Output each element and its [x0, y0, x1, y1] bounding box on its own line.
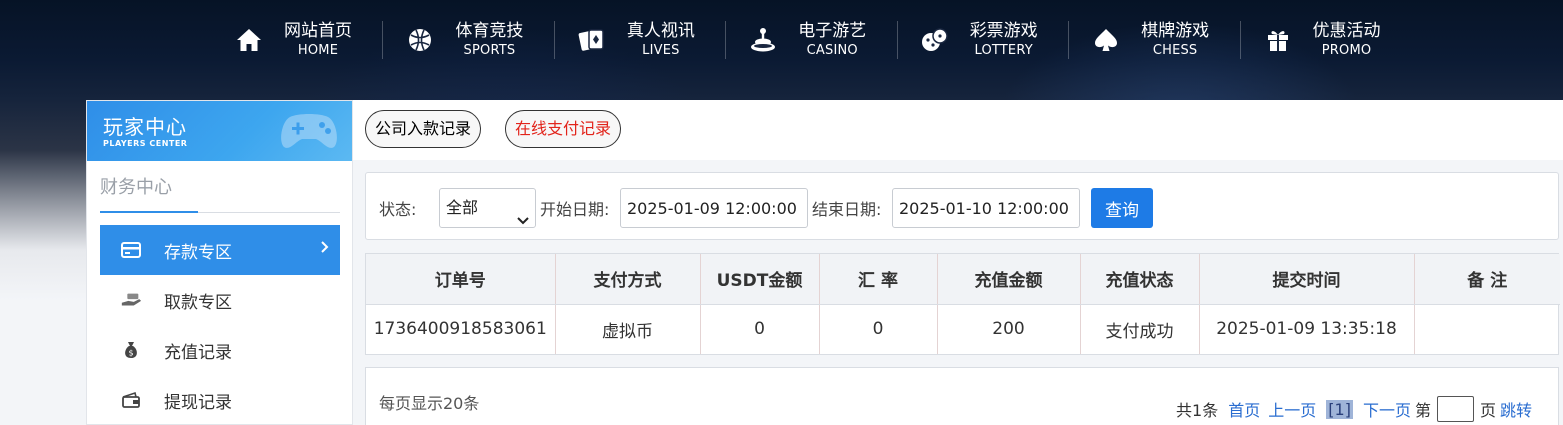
record-tabs: 公司入款记录 在线支付记录: [353, 100, 1563, 160]
page-prefix: 第: [1414, 401, 1431, 420]
card-icon: [120, 239, 142, 261]
sidebar-item-deposit[interactable]: 存款专区: [100, 225, 340, 275]
prev-page-link[interactable]: 上一页: [1268, 397, 1316, 421]
nav-label-en: CASINO: [806, 43, 858, 58]
pagination: 共1条 首页 上一页 [1] 下一页 第 页 跳转: [1176, 396, 1536, 422]
finance-center-section: 财务中心: [100, 175, 340, 213]
sidebar-item-withdraw-records[interactable]: 提现记录: [100, 375, 340, 425]
nav-label-en: HOME: [297, 43, 339, 58]
main-nav: 网站首页 HOME 体育竞技 SPORTS 真人视讯 LIVES 电子游艺 CA…: [222, 0, 1422, 80]
next-page-link[interactable]: 下一页: [1363, 397, 1411, 421]
nav-label-en: LIVES: [642, 43, 680, 58]
first-page-link[interactable]: 首页: [1228, 397, 1260, 421]
nav-label: 彩票游戏: [969, 21, 1038, 41]
usdt-amount-cell: 0: [700, 304, 820, 354]
records-table: 订单号 支付方式 USDT金额 汇 率 充值金额 充值状态 提交时间 备 注 1…: [365, 253, 1560, 355]
tab-company-deposit-records[interactable]: 公司入款记录: [365, 110, 482, 148]
nav-label: 棋牌游戏: [1141, 21, 1210, 41]
column-header: 充值状态: [1080, 254, 1200, 305]
nav-item-promo[interactable]: 优惠活动 PROMO: [1251, 0, 1422, 80]
column-header: 订单号: [366, 254, 556, 305]
end-date-input[interactable]: [892, 188, 1080, 228]
nav-label-en: SPORTS: [463, 43, 516, 58]
jump-link[interactable]: 跳转: [1500, 397, 1532, 421]
nav-item-home[interactable]: 网站首页 HOME: [222, 0, 393, 80]
records-table-grid: 订单号 支付方式 USDT金额 汇 率 充值金额 充值状态 提交时间 备 注 1…: [366, 254, 1560, 354]
page-suffix: 页: [1479, 401, 1496, 420]
order-number-cell: 1736400918583061: [366, 304, 556, 354]
nav-item-sports[interactable]: 体育竞技 SPORTS: [393, 0, 564, 80]
sidebar-item-recharge-records[interactable]: $ 充值记录: [100, 325, 340, 375]
home-icon: [234, 25, 264, 55]
page-number-input[interactable]: [1436, 396, 1474, 422]
svg-text:$: $: [128, 349, 133, 358]
start-date-input[interactable]: [620, 188, 808, 228]
nav-label-en: CHESS: [1152, 43, 1198, 58]
start-date-label: 开始日期:: [540, 200, 610, 219]
exchange-rate-cell: 0: [819, 304, 938, 354]
nav-item-casino[interactable]: 电子游艺 CASINO: [736, 0, 907, 80]
filter-panel: 状态: 全部 开始日期: 结束日期: 查询: [365, 172, 1559, 240]
tab-online-payment-records[interactable]: 在线支付记录: [505, 110, 622, 148]
gamepad-icon: [278, 107, 340, 157]
recharge-status-cell: 支付成功: [1080, 304, 1200, 354]
slot-icon: [748, 25, 778, 55]
sidebar-item-label: 取款专区: [164, 292, 232, 313]
remark-cell: [1414, 304, 1560, 354]
banner-title: 玩家中心: [103, 115, 187, 139]
query-button[interactable]: 查询: [1091, 188, 1153, 228]
sidebar-item-label: 提现记录: [164, 392, 232, 413]
money-bag-icon: $: [120, 339, 142, 361]
nav-item-lottery[interactable]: 彩票游戏 LOTTERY: [908, 0, 1079, 80]
payment-method-cell: 虚拟币: [555, 304, 701, 354]
sidebar-item-withdraw[interactable]: 取款专区: [100, 275, 340, 325]
dice-icon: [920, 25, 950, 55]
chevron-right-icon: [320, 239, 330, 260]
section-title: 财务中心: [100, 175, 198, 213]
current-page: [1]: [1326, 399, 1353, 419]
sidebar: 玩家中心 PLAYERS CENTER 财务中心 存款专区 取款专区 $ 充值记…: [86, 100, 353, 425]
wallet-icon: [120, 389, 142, 411]
nav-label-en: LOTTERY: [974, 43, 1033, 58]
players-center-banner: 玩家中心 PLAYERS CENTER: [87, 101, 352, 161]
status-label: 状态:: [379, 200, 417, 219]
sidebar-item-label: 存款专区: [164, 242, 232, 263]
nav-item-lives[interactable]: 真人视讯 LIVES: [565, 0, 736, 80]
cash-hand-icon: [120, 289, 142, 311]
recharge-amount-cell: 200: [937, 304, 1081, 354]
spade-icon: [1091, 25, 1121, 55]
nav-label-en: PROMO: [1321, 43, 1372, 58]
nav-label: 体育竞技: [455, 21, 524, 41]
column-header: 备 注: [1414, 254, 1560, 305]
main-content: 公司入款记录 在线支付记录 状态: 全部 开始日期: 结束日期: 查询 订单号 …: [353, 100, 1563, 425]
table-row: 1736400918583061 虚拟币 0 0 200 支付成功 2025-0…: [366, 304, 1560, 354]
column-header: 充值金额: [937, 254, 1081, 305]
nav-label: 真人视讯: [626, 21, 695, 41]
table-header-row: 订单号 支付方式 USDT金额 汇 率 充值金额 充值状态 提交时间 备 注: [366, 254, 1560, 305]
column-header: 支付方式: [555, 254, 701, 305]
ball-icon: [405, 25, 435, 55]
pagination-panel: 每页显示20条 共1条 首页 上一页 [1] 下一页 第 页 跳转: [365, 367, 1559, 425]
sidebar-item-label: 充值记录: [164, 342, 232, 363]
chevron-down-icon: [517, 202, 529, 240]
status-select[interactable]: 全部: [439, 188, 536, 228]
nav-label: 优惠活动: [1312, 21, 1381, 41]
submit-time-cell: 2025-01-09 13:35:18: [1199, 304, 1415, 354]
banner-subtitle: PLAYERS CENTER: [103, 139, 188, 148]
end-date-label: 结束日期:: [812, 200, 882, 219]
nav-label: 电子游艺: [798, 21, 867, 41]
status-select-value: 全部: [446, 198, 479, 217]
column-header: 汇 率: [819, 254, 938, 305]
nav-item-chess[interactable]: 棋牌游戏 CHESS: [1079, 0, 1250, 80]
total-count: 共1条: [1176, 401, 1219, 420]
gift-icon: [1263, 25, 1293, 55]
column-header: USDT金额: [700, 254, 820, 305]
cards-icon: [577, 25, 607, 55]
nav-label: 网站首页: [284, 21, 352, 41]
per-page-text: 每页显示20条: [379, 394, 480, 413]
column-header: 提交时间: [1199, 254, 1415, 305]
